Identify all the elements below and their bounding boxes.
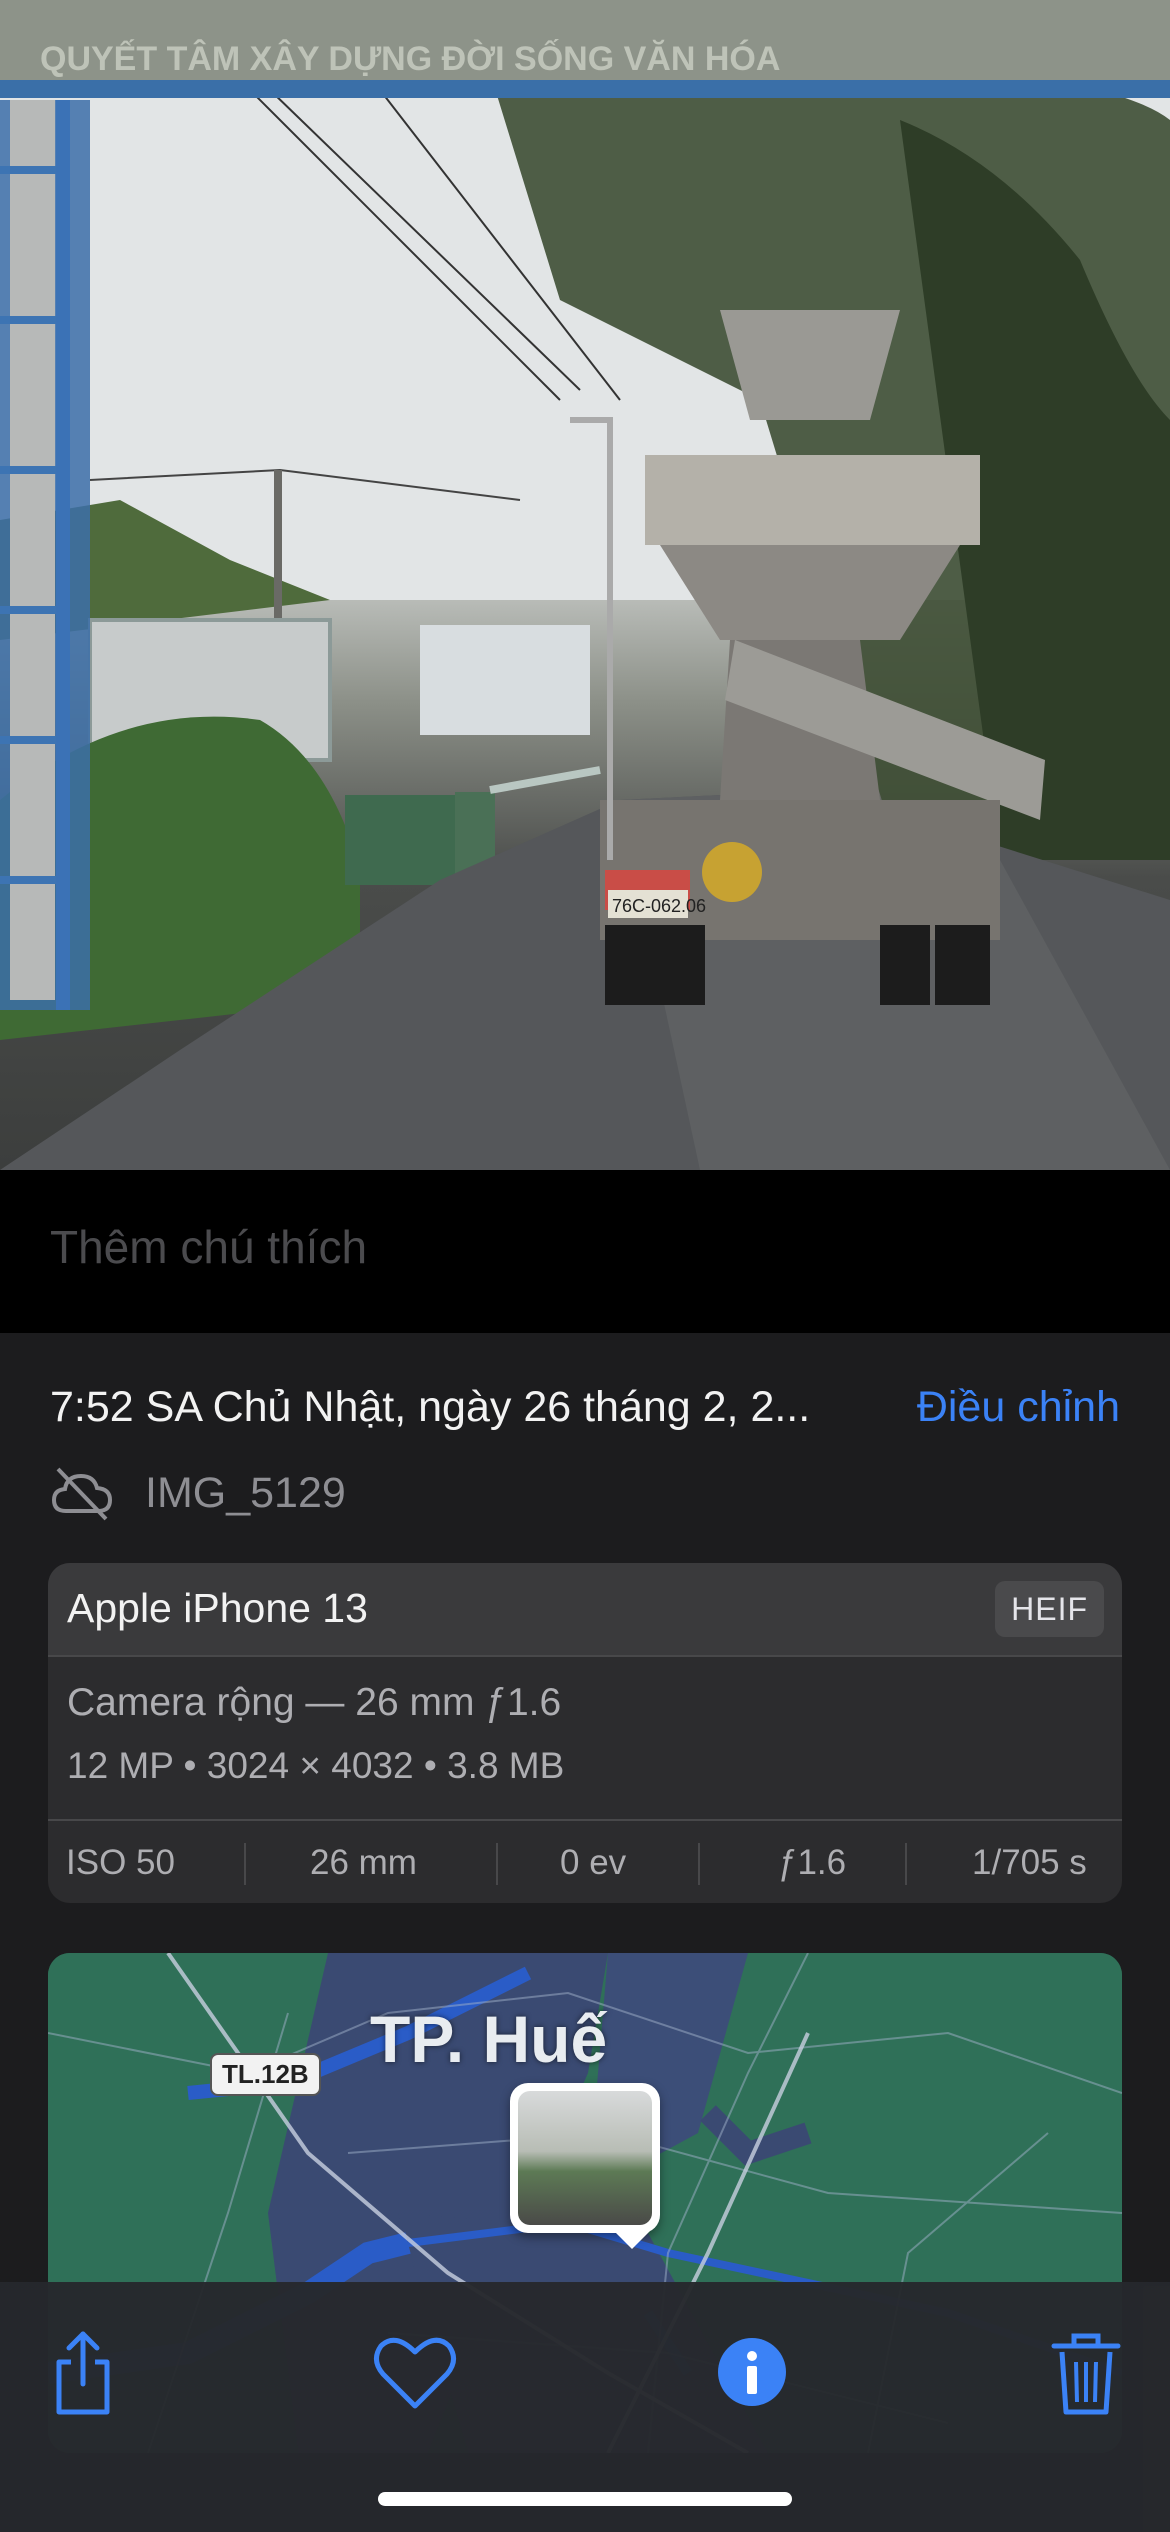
date-time-label: 7:52 SA Chủ Nhật, ngày 26 tháng 2, 2... [50,1383,811,1431]
road-badge: TL.12B [210,2053,321,2096]
info-icon[interactable] [702,2322,802,2422]
focal-length-value: 26 mm [310,1843,417,1882]
divider [244,1843,246,1885]
adjust-button[interactable]: Điều chỉnh [917,1383,1120,1432]
pin-tail [614,2231,650,2249]
divider [496,1843,498,1885]
map-city-label: TP. Huế [370,2002,608,2076]
cloud-off-icon [51,1467,113,1521]
exif-row: ISO 50 26 mm 0 ev ƒ1.6 1/705 s [48,1819,1122,1903]
caption-area[interactable]: Thêm chú thích [0,1170,1170,1333]
license-plate: 76C-062.06 [612,896,706,916]
aperture-value: ƒ1.6 [778,1843,847,1882]
heart-icon[interactable] [365,2322,465,2422]
device-name: Apple iPhone 13 [67,1585,368,1631]
trash-icon[interactable] [1036,2322,1136,2422]
exposure-value: 0 ev [560,1843,627,1882]
image-specs: 12 MP • 3024 × 4032 • 3.8 MB [67,1745,565,1786]
photo-image: QUYẾT TÂM XÂY DỰNG ĐỜI SỐNG VĂN HÓA 76C-… [0,0,1170,1170]
caption-input[interactable]: Thêm chú thích [50,1220,367,1274]
home-indicator [378,2492,792,2506]
format-badge: HEIF [995,1581,1104,1637]
shutter-value: 1/705 s [972,1843,1087,1882]
iso-value: ISO 50 [66,1843,175,1882]
camera-info-card: Apple iPhone 13 HEIF Camera rộng — 26 mm… [48,1563,1122,1903]
share-icon[interactable] [33,2322,133,2422]
photo-location-pin[interactable] [510,2083,660,2233]
photo-view[interactable]: QUYẾT TÂM XÂY DỰNG ĐỜI SỐNG VĂN HÓA 76C-… [0,0,1170,1170]
date-row: 7:52 SA Chủ Nhật, ngày 26 tháng 2, 2... … [50,1383,1120,1443]
divider [698,1843,700,1885]
sign-text: QUYẾT TÂM XÂY DỰNG ĐỜI SỐNG VĂN HÓA [40,39,780,78]
file-name: IMG_5129 [145,1469,346,1517]
camera-card-header: Apple iPhone 13 HEIF [48,1563,1122,1657]
lens-info: Camera rộng — 26 mm ƒ1.6 [67,1681,562,1724]
divider [905,1843,907,1885]
pin-thumbnail [518,2091,652,2225]
